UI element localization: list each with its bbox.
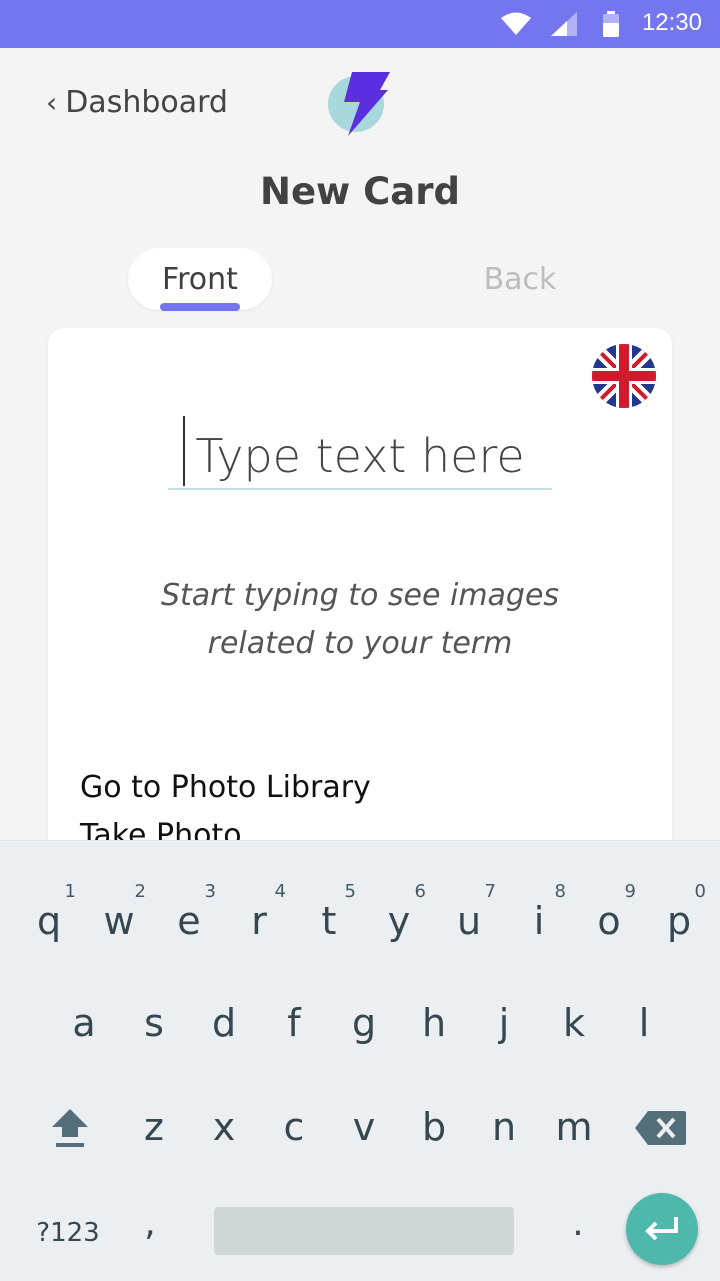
key-label: e — [177, 899, 201, 943]
space-bar[interactable] — [214, 1207, 514, 1255]
hint-line-2: related to your term — [207, 626, 513, 661]
wifi-icon — [501, 12, 531, 35]
hint-line-1: Start typing to see images — [160, 578, 560, 613]
tab-front[interactable]: Front — [128, 248, 272, 310]
back-link-label: Dashboard — [65, 84, 228, 120]
enter-key[interactable] — [626, 1193, 698, 1265]
key-label: p — [666, 899, 692, 943]
key-k[interactable]: k — [539, 983, 609, 1063]
key-v[interactable]: v — [329, 1087, 399, 1167]
key-label: t — [321, 899, 337, 943]
key-t[interactable]: t5 — [294, 881, 364, 961]
status-bar: 12:30 — [0, 0, 720, 48]
key-q[interactable]: q1 — [14, 881, 84, 961]
key-u[interactable]: u7 — [434, 881, 504, 961]
key-c[interactable]: c — [259, 1087, 329, 1167]
key-i[interactable]: i8 — [504, 881, 574, 961]
key-o[interactable]: o9 — [574, 881, 644, 961]
key-l[interactable]: l — [609, 983, 679, 1063]
key-x[interactable]: x — [189, 1087, 259, 1167]
key-r[interactable]: r4 — [224, 881, 294, 961]
key-j[interactable]: j — [469, 983, 539, 1063]
battery-icon — [603, 11, 619, 37]
key-n[interactable]: n — [469, 1087, 539, 1167]
key-s[interactable]: s — [119, 983, 189, 1063]
key-hint: 1 — [64, 881, 76, 902]
key-hint: 3 — [204, 881, 216, 902]
key-label: u — [456, 899, 482, 943]
key-hint: 4 — [274, 881, 286, 902]
key-label: w — [103, 899, 135, 943]
image-hint-text: Start typing to see images related to yo… — [88, 572, 632, 668]
back-to-dashboard-link[interactable]: ‹ Dashboard — [46, 80, 228, 124]
key-y[interactable]: y6 — [364, 881, 434, 961]
lightning-bolt-icon — [328, 72, 390, 136]
key-w[interactable]: w2 — [84, 881, 154, 961]
key-label: r — [251, 899, 267, 943]
backspace-icon[interactable] — [634, 1109, 688, 1147]
key-hint: 8 — [554, 881, 566, 902]
key-label: y — [387, 899, 411, 943]
key-a[interactable]: a — [49, 983, 119, 1063]
enter-icon — [645, 1217, 678, 1241]
key-z[interactable]: z — [119, 1087, 189, 1167]
key-hint: 2 — [134, 881, 146, 902]
key-hint: 6 — [414, 881, 426, 902]
key-hint: 7 — [484, 881, 496, 902]
key-period[interactable]: . — [556, 1203, 600, 1263]
key-g[interactable]: g — [329, 983, 399, 1063]
key-comma[interactable]: , — [128, 1203, 172, 1263]
chevron-left-icon: ‹ — [46, 85, 58, 119]
text-cursor — [183, 416, 185, 486]
photo-library-option[interactable]: Go to Photo Library — [80, 770, 371, 805]
page-title: New Card — [260, 170, 460, 213]
card-editor: Start typing to see images related to yo… — [48, 328, 672, 888]
key-hint: 0 — [694, 881, 706, 902]
key-p[interactable]: p0 — [644, 881, 714, 961]
key-label: i — [533, 899, 545, 943]
tab-back[interactable]: Back — [448, 248, 592, 310]
symbols-key[interactable]: ?123 — [28, 1207, 108, 1259]
key-label: o — [597, 899, 621, 943]
signal-icon — [551, 12, 577, 36]
key-hint: 5 — [344, 881, 356, 902]
key-hint: 9 — [624, 881, 636, 902]
status-time: 12:30 — [641, 9, 702, 36]
key-e[interactable]: e3 — [154, 881, 224, 961]
key-d[interactable]: d — [189, 983, 259, 1063]
card-text-input[interactable] — [168, 424, 552, 490]
key-label: q — [36, 899, 62, 943]
key-f[interactable]: f — [259, 983, 329, 1063]
shift-icon[interactable] — [48, 1103, 92, 1149]
key-h[interactable]: h — [399, 983, 469, 1063]
key-m[interactable]: m — [539, 1087, 609, 1167]
key-b[interactable]: b — [399, 1087, 469, 1167]
active-tab-indicator — [160, 303, 240, 311]
soft-keyboard: q1 w2 e3 r4 t5 y6 u7 i8 o9 p0 a s d f g … — [0, 840, 720, 1281]
uk-flag-icon[interactable] — [592, 344, 656, 408]
